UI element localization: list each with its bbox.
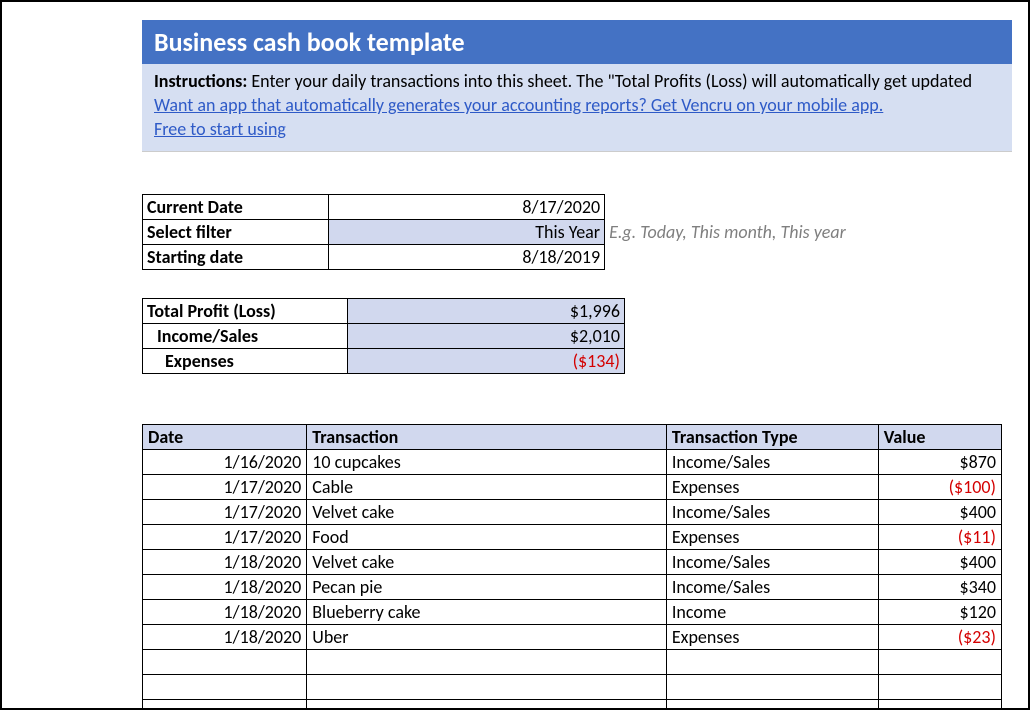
cell-date[interactable]: 1/18/2020	[143, 600, 307, 625]
cell-date[interactable]: 1/17/2020	[143, 500, 307, 525]
transactions-table: Date Transaction Transaction Type Value …	[142, 424, 1002, 710]
promo-link-2[interactable]: Free to start using	[154, 118, 286, 140]
page: Business cash book template Instructions…	[0, 0, 1030, 710]
instructions-text: Instructions: Enter your daily transacti…	[154, 70, 1000, 93]
col-header-date: Date	[143, 425, 307, 450]
cell-type[interactable]: Income/Sales	[666, 550, 878, 575]
cell-value[interactable]: $400	[878, 500, 1001, 525]
meta-row-filter: Select filter This Year E.g. Today, This…	[143, 220, 1012, 245]
cell-type[interactable]: Income	[666, 600, 878, 625]
instructions-label: Instructions:	[154, 70, 247, 92]
filter-hint: E.g. Today, This month, This year	[605, 220, 1012, 245]
income-label: Income/Sales	[143, 324, 348, 349]
cell-value[interactable]: $340	[878, 575, 1001, 600]
cell-type[interactable]: Income/Sales	[666, 575, 878, 600]
cell-date[interactable]: 1/17/2020	[143, 475, 307, 500]
table-row[interactable]: 1/16/202010 cupcakesIncome/Sales$870	[143, 450, 1002, 475]
instructions-box: Instructions: Enter your daily transacti…	[142, 64, 1012, 152]
table-row[interactable]: 1/18/2020Velvet cakeIncome/Sales$400	[143, 550, 1002, 575]
current-date-value[interactable]: 8/17/2020	[329, 195, 605, 220]
cell-value[interactable]: $400	[878, 550, 1001, 575]
transactions-header-row: Date Transaction Transaction Type Value	[143, 425, 1002, 450]
cell-type[interactable]: Expenses	[666, 525, 878, 550]
col-header-value: Value	[878, 425, 1001, 450]
table-row[interactable]: 1/18/2020Pecan pieIncome/Sales$340	[143, 575, 1002, 600]
cell-value[interactable]: ($11)	[878, 525, 1001, 550]
table-row-empty[interactable]	[143, 700, 1002, 710]
cell-date[interactable]: 1/16/2020	[143, 450, 307, 475]
filter-label: Select filter	[143, 220, 329, 245]
page-title: Business cash book template	[142, 20, 1012, 64]
table-row[interactable]: 1/17/2020FoodExpenses($11)	[143, 525, 1002, 550]
table-row[interactable]: 1/17/2020CableExpenses($100)	[143, 475, 1002, 500]
meta-table: Current Date 8/17/2020 Select filter Thi…	[142, 194, 1012, 270]
meta-spacer-2	[605, 245, 1012, 270]
cell-value[interactable]: ($100)	[878, 475, 1001, 500]
table-row[interactable]: 1/18/2020UberExpenses($23)	[143, 625, 1002, 650]
cell-type[interactable]: Expenses	[666, 475, 878, 500]
total-profit-label: Total Profit (Loss)	[143, 299, 348, 324]
col-header-type: Transaction Type	[666, 425, 878, 450]
cell-trans[interactable]: Blueberry cake	[307, 600, 667, 625]
meta-row-starting: Starting date 8/18/2019	[143, 245, 1012, 270]
cell-value[interactable]: $870	[878, 450, 1001, 475]
cell-trans[interactable]: Velvet cake	[307, 500, 667, 525]
content-area: Current Date 8/17/2020 Select filter Thi…	[142, 194, 1012, 710]
starting-date-label: Starting date	[143, 245, 329, 270]
profit-row-income: Income/Sales $2,010	[143, 324, 625, 349]
cell-value[interactable]: $120	[878, 600, 1001, 625]
total-profit-value: $1,996	[348, 299, 625, 324]
current-date-label: Current Date	[143, 195, 329, 220]
cell-date[interactable]: 1/18/2020	[143, 550, 307, 575]
meta-row-current-date: Current Date 8/17/2020	[143, 195, 1012, 220]
starting-date-value[interactable]: 8/18/2019	[329, 245, 605, 270]
profit-table: Total Profit (Loss) $1,996 Income/Sales …	[142, 298, 625, 374]
cell-date[interactable]: 1/18/2020	[143, 625, 307, 650]
table-row[interactable]: 1/18/2020Blueberry cakeIncome$120	[143, 600, 1002, 625]
cell-trans[interactable]: Uber	[307, 625, 667, 650]
cell-date[interactable]: 1/18/2020	[143, 575, 307, 600]
expenses-label: Expenses	[143, 349, 348, 374]
meta-spacer	[605, 195, 1012, 220]
col-header-trans: Transaction	[307, 425, 667, 450]
filter-value[interactable]: This Year	[329, 220, 605, 245]
cell-type[interactable]: Income/Sales	[666, 500, 878, 525]
cell-trans[interactable]: Food	[307, 525, 667, 550]
cell-value[interactable]: ($23)	[878, 625, 1001, 650]
income-value: $2,010	[348, 324, 625, 349]
cell-trans[interactable]: 10 cupcakes	[307, 450, 667, 475]
cell-type[interactable]: Expenses	[666, 625, 878, 650]
cell-trans[interactable]: Pecan pie	[307, 575, 667, 600]
table-row-empty[interactable]	[143, 675, 1002, 700]
cell-trans[interactable]: Velvet cake	[307, 550, 667, 575]
cell-trans[interactable]: Cable	[307, 475, 667, 500]
table-row-empty[interactable]	[143, 650, 1002, 675]
instructions-body: Enter your daily transactions into this …	[251, 70, 972, 92]
expenses-value: ($134)	[348, 349, 625, 374]
promo-link-1[interactable]: Want an app that automatically generates…	[154, 94, 883, 116]
profit-row-total: Total Profit (Loss) $1,996	[143, 299, 625, 324]
cell-date[interactable]: 1/17/2020	[143, 525, 307, 550]
cell-type[interactable]: Income/Sales	[666, 450, 878, 475]
table-row[interactable]: 1/17/2020Velvet cakeIncome/Sales$400	[143, 500, 1002, 525]
profit-row-expenses: Expenses ($134)	[143, 349, 625, 374]
